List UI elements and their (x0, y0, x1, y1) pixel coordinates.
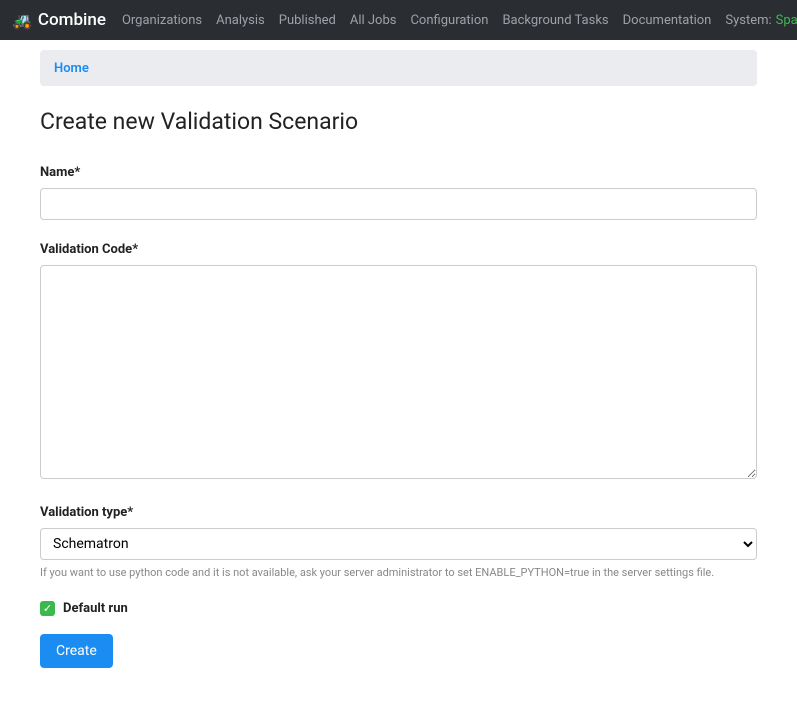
code-textarea[interactable] (40, 265, 757, 479)
navbar-brand[interactable]: 🚜 Combine (12, 10, 106, 30)
main-container: Home Create new Validation Scenario Name… (0, 40, 797, 708)
nav-link-documentation[interactable]: Documentation (623, 13, 712, 28)
checkmark-icon: ✓ (43, 603, 52, 614)
form-group-code: Validation Code* (40, 242, 757, 483)
tractor-icon: 🚜 (12, 11, 32, 30)
default-run-checkbox[interactable]: ✓ (40, 601, 55, 616)
create-button[interactable]: Create (40, 634, 113, 668)
form-group-name: Name* (40, 165, 757, 220)
breadcrumb: Home (40, 50, 757, 86)
nav-link-background-tasks[interactable]: Background Tasks (502, 13, 608, 28)
name-input[interactable] (40, 188, 757, 220)
system-spark-link[interactable]: Spark (776, 13, 797, 28)
type-label: Validation type* (40, 505, 757, 520)
name-label: Name* (40, 165, 757, 180)
type-help-text: If you want to use python code and it is… (40, 566, 757, 579)
nav-link-organizations[interactable]: Organizations (122, 13, 202, 28)
code-label: Validation Code* (40, 242, 757, 257)
nav-link-analysis[interactable]: Analysis (216, 13, 265, 28)
checkbox-group-default-run: ✓ Default run (40, 601, 757, 616)
form-group-type: Validation type* Schematron If you want … (40, 505, 757, 579)
type-select[interactable]: Schematron (40, 528, 757, 560)
brand-text: Combine (38, 10, 106, 30)
nav-links: Organizations Analysis Published All Job… (122, 13, 797, 28)
nav-link-published[interactable]: Published (279, 13, 336, 28)
default-run-label: Default run (63, 601, 128, 616)
nav-link-all-jobs[interactable]: All Jobs (350, 13, 397, 28)
breadcrumb-home[interactable]: Home (54, 61, 89, 76)
navbar: 🚜 Combine Organizations Analysis Publish… (0, 0, 797, 40)
page-title: Create new Validation Scenario (40, 108, 757, 135)
nav-link-configuration[interactable]: Configuration (410, 13, 488, 28)
nav-system: System: Spark / Tasks / ⎇ / (725, 13, 797, 28)
system-label: System: (725, 13, 771, 28)
